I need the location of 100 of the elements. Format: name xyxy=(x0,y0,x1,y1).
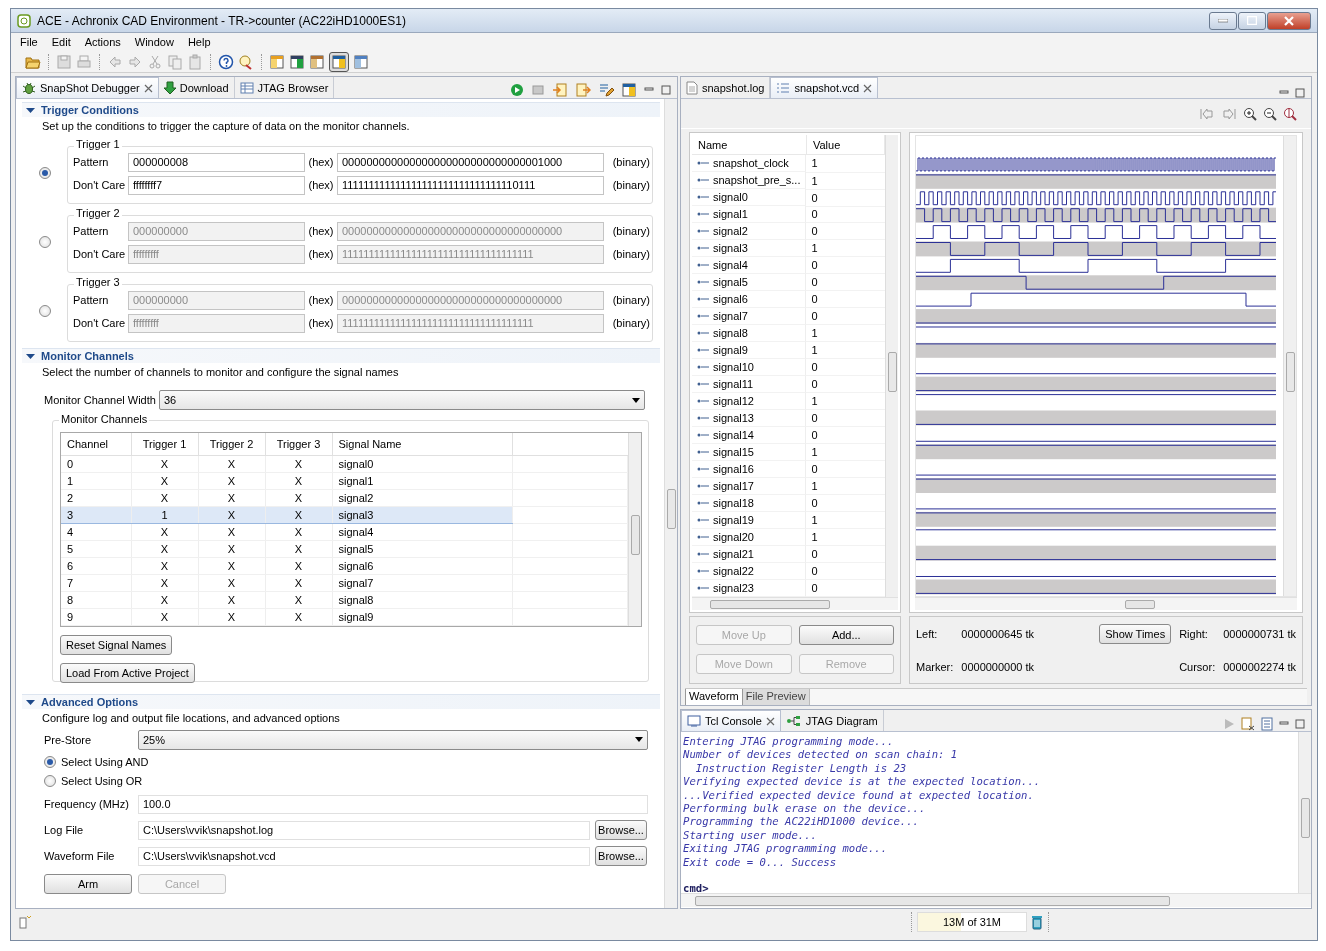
minimize-button[interactable] xyxy=(1209,11,1237,30)
column-header[interactable]: Value xyxy=(806,135,885,155)
import-icon[interactable] xyxy=(552,82,568,98)
column-header[interactable]: Channel xyxy=(61,433,131,456)
signal-name[interactable]: signal8 xyxy=(713,326,748,339)
menu-item[interactable]: Help xyxy=(180,36,218,48)
view-tab[interactable]: SnapShot Debugger xyxy=(16,77,159,98)
column-header[interactable]: Trigger 2 xyxy=(198,433,265,456)
signal-name[interactable]: signal4 xyxy=(713,258,748,271)
view-tab[interactable]: JTAG Diagram xyxy=(780,710,884,731)
window-layout-icon[interactable] xyxy=(621,82,637,98)
show-times-button[interactable]: Show Times xyxy=(1099,623,1172,644)
horizontal-scrollbar[interactable] xyxy=(681,893,1311,907)
input-field[interactable]: 111111111111111111111111111111110111 xyxy=(337,175,604,195)
browse-button[interactable]: Browse... xyxy=(595,846,647,866)
dropdown[interactable]: 25% xyxy=(138,729,648,750)
dropdown[interactable]: 36 xyxy=(158,390,645,410)
clear-console-icon[interactable] xyxy=(1241,717,1255,731)
column-header[interactable]: Trigger 3 xyxy=(265,433,332,456)
maximize-icon[interactable] xyxy=(1295,719,1305,729)
signal-name[interactable]: signal22 xyxy=(713,564,754,577)
zoom-in-icon[interactable] xyxy=(1243,106,1257,121)
go-first-icon[interactable] xyxy=(1199,106,1215,121)
signal-name[interactable]: signal16 xyxy=(713,462,754,475)
collapse-arrow-icon[interactable] xyxy=(26,105,35,115)
close-tab-icon[interactable] xyxy=(863,83,873,93)
collapse-arrow-icon[interactable] xyxy=(26,351,35,361)
signal-name[interactable]: signal2 xyxy=(713,224,748,237)
view-tab[interactable]: Download xyxy=(158,77,235,98)
window-layout-icon[interactable] xyxy=(331,53,347,70)
edit-icon[interactable] xyxy=(598,82,614,98)
input-field[interactable]: 000000000000000000000000000000001000 xyxy=(337,152,604,172)
horizontal-scrollbar[interactable] xyxy=(692,597,898,611)
button[interactable]: Reset Signal Names xyxy=(60,635,173,655)
console-log-icon[interactable] xyxy=(1261,717,1273,731)
radio-button[interactable] xyxy=(44,755,56,768)
stop-icon[interactable] xyxy=(531,83,545,97)
run-icon[interactable] xyxy=(510,83,524,97)
input-field[interactable]: 100.0 xyxy=(138,794,648,814)
menu-item[interactable]: Edit xyxy=(44,36,78,48)
maximize-icon[interactable] xyxy=(661,85,671,95)
signal-name[interactable]: signal11 xyxy=(713,377,754,390)
console-prompt[interactable]: cmd> xyxy=(683,882,1296,893)
close-button[interactable] xyxy=(1267,11,1311,30)
maximize-button[interactable] xyxy=(1238,11,1266,30)
signal-name[interactable]: signal19 xyxy=(713,513,754,526)
input-field[interactable]: ffffffff7 xyxy=(128,175,305,195)
section-title[interactable]: Trigger Conditions xyxy=(41,104,139,116)
input-field[interactable]: C:\Users\vvik\snapshot.vcd xyxy=(138,846,590,866)
signal-name[interactable]: signal23 xyxy=(713,581,754,594)
signal-name[interactable]: signal0 xyxy=(713,190,748,203)
column-header[interactable]: Signal Name xyxy=(332,433,512,456)
editor-tab[interactable]: snapshot.vcd xyxy=(770,77,879,98)
editor-tab[interactable]: snapshot.log xyxy=(681,77,771,98)
signal-name[interactable]: signal18 xyxy=(713,496,754,509)
signal-name[interactable]: signal15 xyxy=(713,445,754,458)
browse-button[interactable]: Browse... xyxy=(595,820,647,840)
input-field[interactable]: 000000008 xyxy=(128,152,305,172)
close-tab-icon[interactable] xyxy=(765,716,775,726)
signal-name[interactable]: signal14 xyxy=(713,428,754,441)
signal-name[interactable]: signal1 xyxy=(713,207,748,220)
signal-name[interactable]: signal5 xyxy=(713,275,748,288)
fast-view-icon[interactable] xyxy=(19,915,31,929)
menu-item[interactable]: Window xyxy=(127,36,181,48)
button[interactable]: Arm xyxy=(44,873,132,894)
radio-button[interactable] xyxy=(38,166,51,179)
signal-name[interactable]: signal9 xyxy=(713,343,748,356)
signal-name[interactable]: signal13 xyxy=(713,411,754,424)
go-last-icon[interactable] xyxy=(1221,106,1237,121)
input-field[interactable]: C:\Users\vvik\snapshot.log xyxy=(138,820,590,840)
radio-button[interactable] xyxy=(44,774,56,787)
collapse-arrow-icon[interactable] xyxy=(26,697,35,707)
menu-item[interactable]: Actions xyxy=(77,36,128,48)
signal-name[interactable]: signal7 xyxy=(713,309,748,322)
view-tab[interactable]: Waveform xyxy=(685,688,743,705)
section-title[interactable]: Advanced Options xyxy=(41,696,139,708)
trash-icon[interactable] xyxy=(1031,914,1043,930)
signal-name[interactable]: snapshot_clock xyxy=(713,157,789,169)
menu-item[interactable]: File xyxy=(13,36,45,48)
button[interactable]: Load From Active Project xyxy=(60,663,195,683)
section-title[interactable]: Monitor Channels xyxy=(41,350,134,362)
signal-name[interactable]: snapshot_pre_s... xyxy=(713,173,801,186)
signal-name[interactable]: signal21 xyxy=(713,547,754,560)
signal-name[interactable]: signal10 xyxy=(713,360,754,373)
signal-name[interactable]: signal12 xyxy=(713,394,754,407)
horizontal-scrollbar[interactable] xyxy=(915,597,1297,611)
column-header[interactable]: Name xyxy=(692,135,807,155)
column-header[interactable]: Trigger 1 xyxy=(131,433,198,456)
export-icon[interactable] xyxy=(575,82,591,98)
signal-name[interactable]: signal6 xyxy=(713,292,748,305)
view-tab[interactable]: Tcl Console xyxy=(681,710,781,731)
button[interactable]: Add... xyxy=(798,625,894,646)
close-tab-icon[interactable] xyxy=(143,83,153,93)
view-tab[interactable]: JTAG Browser xyxy=(234,77,335,98)
signal-name[interactable]: signal17 xyxy=(713,479,754,492)
signal-name[interactable]: signal20 xyxy=(713,530,754,543)
maximize-icon[interactable] xyxy=(1295,88,1305,98)
help-icon[interactable] xyxy=(218,53,234,70)
zoom-fit-icon[interactable] xyxy=(1283,106,1297,121)
zoom-out-icon[interactable] xyxy=(1263,106,1277,121)
